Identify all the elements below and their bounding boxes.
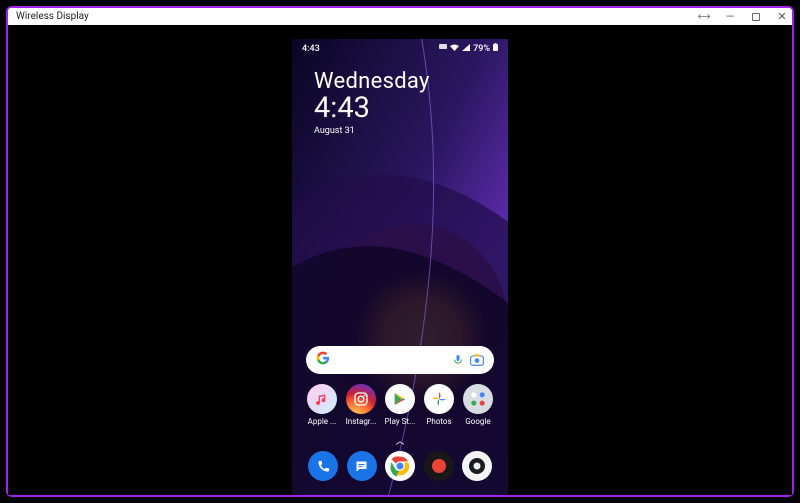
- cast-viewport: 4:43 79%: [8, 25, 792, 495]
- battery-percent: 79%: [473, 44, 490, 54]
- window-titlebar: Wireless Display ⤢ — ✕: [8, 8, 792, 25]
- app-instagram[interactable]: Instagr...: [343, 384, 379, 426]
- status-time: 4:43: [302, 44, 320, 54]
- signal-icon: [462, 44, 470, 54]
- app-label: Photos: [421, 417, 457, 426]
- clock-day: Wednesday: [314, 70, 508, 93]
- mic-icon[interactable]: [452, 353, 464, 367]
- app-row: Apple ... Instagr... Play St...: [292, 384, 508, 432]
- clock-time: 4:43: [314, 93, 508, 123]
- close-button[interactable]: ✕: [776, 10, 788, 23]
- apple-music-icon: [307, 384, 337, 414]
- search-bar[interactable]: [306, 346, 494, 374]
- minimize-button[interactable]: —: [724, 10, 736, 23]
- app-google-folder[interactable]: Google: [460, 384, 496, 426]
- dock-messages[interactable]: [347, 451, 377, 481]
- dock: [292, 451, 508, 495]
- google-folder-icon: [463, 384, 493, 414]
- phone-screen: 4:43 79%: [292, 39, 508, 495]
- dock-recorder[interactable]: [424, 451, 454, 481]
- google-g-icon: [316, 351, 330, 369]
- app-label: Instagr...: [343, 417, 379, 426]
- app-play-store[interactable]: Play St...: [382, 384, 418, 426]
- dock-chrome[interactable]: [385, 451, 415, 481]
- instagram-icon: [346, 384, 376, 414]
- expand-icon[interactable]: ⤢: [698, 9, 710, 24]
- lens-icon[interactable]: [470, 354, 484, 366]
- wireless-display-window: Wireless Display ⤢ — ✕: [6, 6, 794, 497]
- app-drawer-handle[interactable]: ︿: [292, 432, 508, 451]
- wifi-icon: [450, 44, 459, 54]
- notification-icon: [439, 44, 447, 54]
- window-title: Wireless Display: [16, 11, 698, 22]
- app-photos[interactable]: Photos: [421, 384, 457, 426]
- app-apple-music[interactable]: Apple ...: [304, 384, 340, 426]
- play-store-icon: [385, 384, 415, 414]
- app-label: Play St...: [382, 417, 418, 426]
- dock-phone[interactable]: [308, 451, 338, 481]
- dock-camera[interactable]: [462, 451, 492, 481]
- clock-date: August 31: [314, 127, 508, 136]
- battery-icon: [493, 43, 498, 54]
- maximize-button[interactable]: [750, 13, 762, 21]
- status-bar: 4:43 79%: [292, 39, 508, 56]
- app-label: Google: [460, 417, 496, 426]
- app-label: Apple ...: [304, 417, 340, 426]
- clock-widget[interactable]: Wednesday 4:43 August 31: [292, 56, 508, 136]
- photos-icon: [424, 384, 454, 414]
